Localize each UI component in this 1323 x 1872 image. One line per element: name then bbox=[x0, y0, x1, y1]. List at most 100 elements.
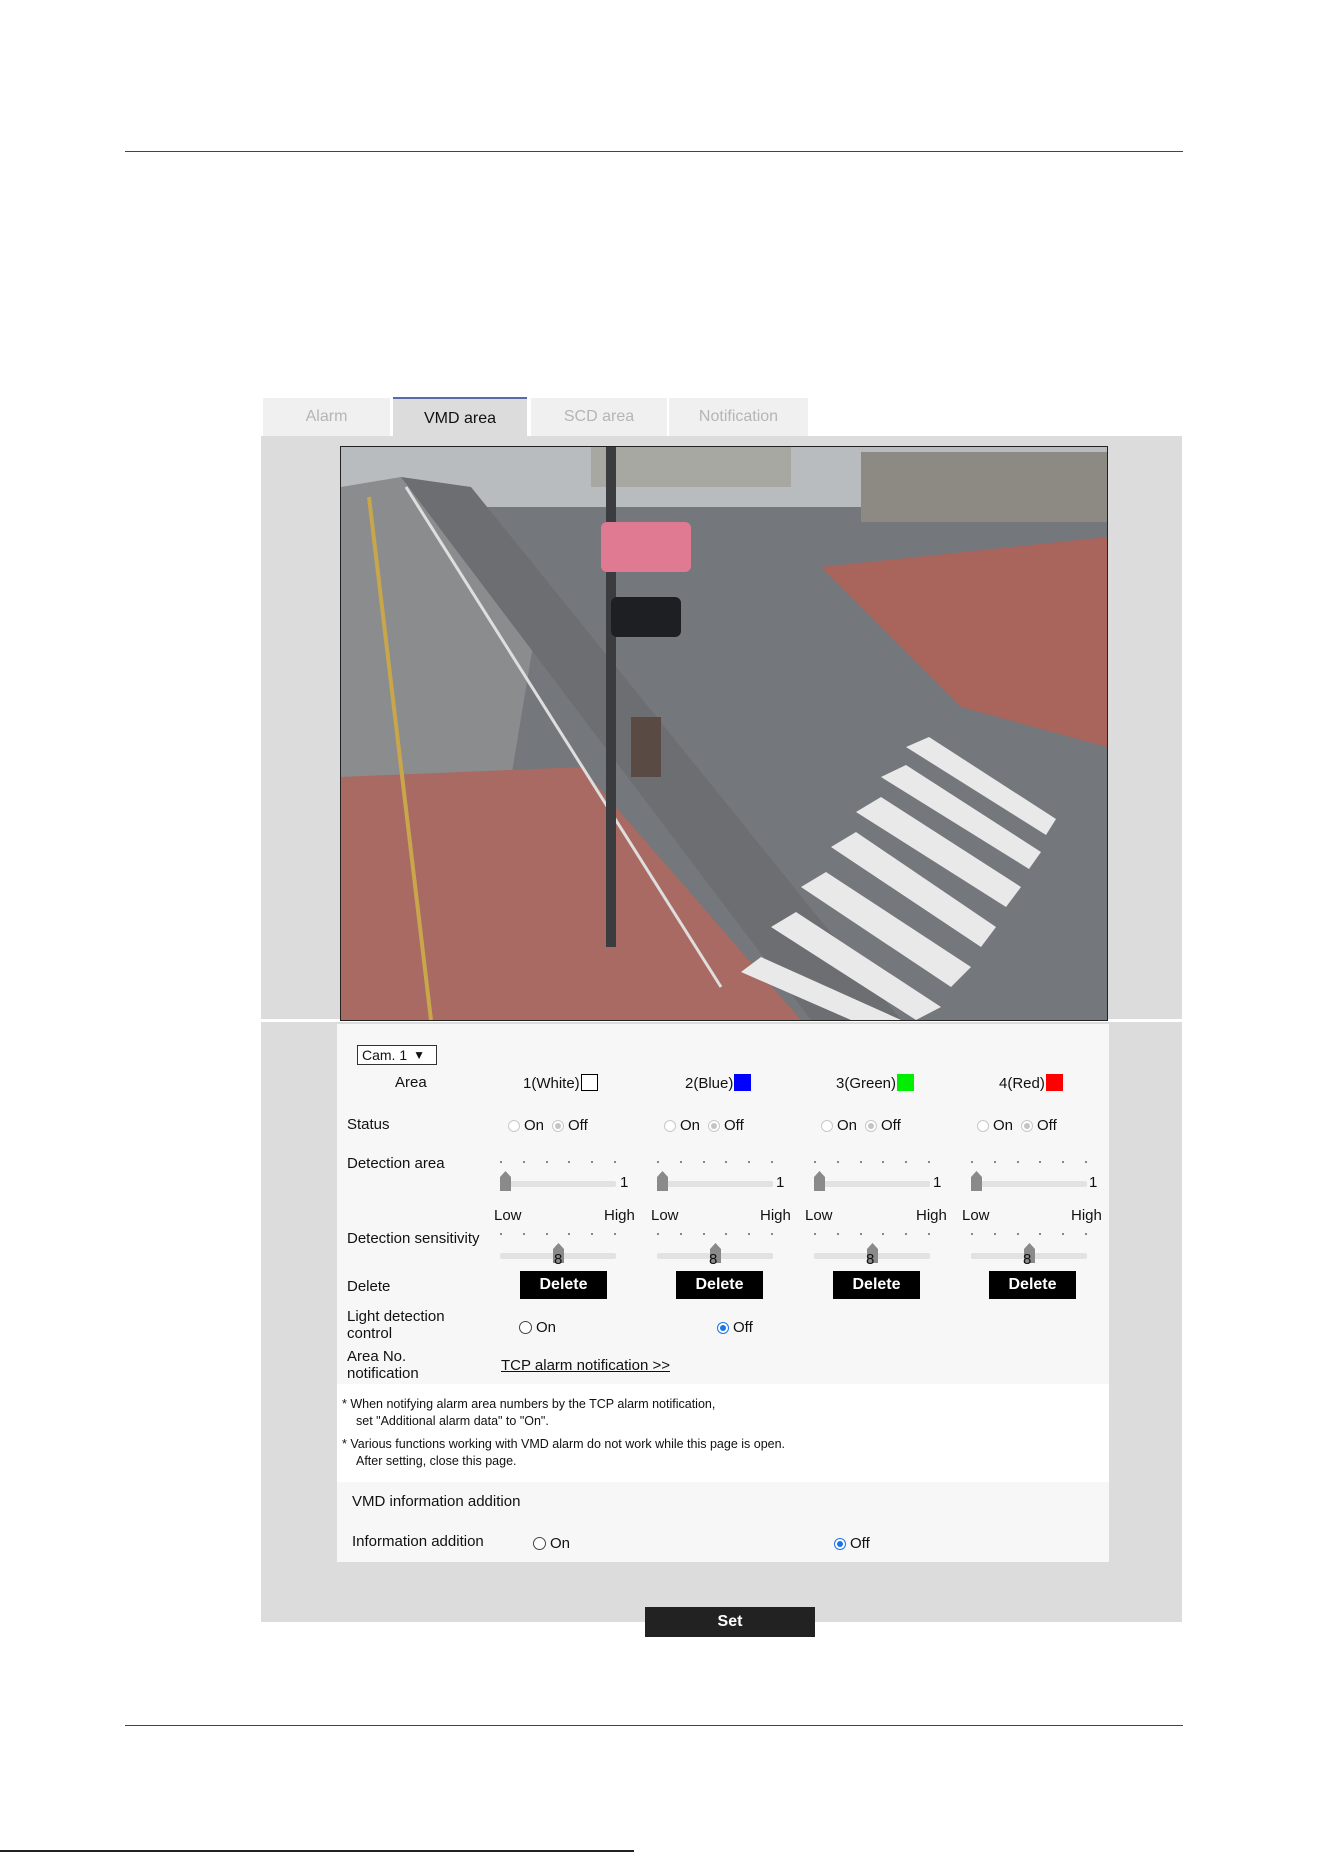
note-2-line-2: After setting, close this page. bbox=[356, 1454, 517, 1468]
vmd-info-title: VMD information addition bbox=[352, 1493, 521, 1510]
slider-track bbox=[500, 1181, 616, 1187]
light-detection-off-label: Off bbox=[733, 1319, 753, 1336]
light-detection-on-radio[interactable] bbox=[519, 1321, 532, 1334]
status-4-off-radio[interactable] bbox=[1021, 1119, 1034, 1132]
status-3-on-radio[interactable] bbox=[821, 1119, 833, 1132]
slider-thumb[interactable] bbox=[814, 1171, 825, 1191]
sens-low-1: Low bbox=[494, 1207, 522, 1224]
slider-track bbox=[657, 1181, 773, 1187]
area-4-text: 4(Red) bbox=[999, 1075, 1045, 1092]
status-3-off-radio[interactable] bbox=[865, 1119, 878, 1132]
note-2-line-1: * Various functions working with VMD ala… bbox=[342, 1437, 786, 1451]
light-detection-label-line1: Light detection bbox=[347, 1308, 445, 1325]
slider-ticks bbox=[500, 1233, 616, 1237]
information-addition-off-label: Off bbox=[850, 1535, 870, 1552]
slider-track bbox=[814, 1181, 930, 1187]
chevron-down-icon: ▼ bbox=[413, 1048, 426, 1062]
tab-alarm[interactable]: Alarm bbox=[263, 398, 390, 436]
light-detection-label-line2: control bbox=[347, 1325, 393, 1342]
area-4-swatch bbox=[1045, 1074, 1063, 1091]
set-button[interactable]: Set bbox=[645, 1607, 815, 1637]
tab-scd-area[interactable]: SCD area bbox=[531, 398, 667, 436]
tab-vmd-area[interactable]: VMD area bbox=[393, 397, 527, 438]
status-1-on-radio[interactable] bbox=[508, 1119, 520, 1132]
information-addition-on-label: On bbox=[550, 1535, 571, 1552]
light-detection-on[interactable]: On bbox=[519, 1319, 556, 1336]
detection-area-slider-2[interactable] bbox=[657, 1161, 773, 1191]
sensitivity-value-4: 8 bbox=[1023, 1251, 1032, 1268]
tcp-alarm-notification-link[interactable]: TCP alarm notification >> bbox=[501, 1357, 670, 1374]
slider-ticks bbox=[814, 1233, 930, 1237]
information-addition-on-radio[interactable] bbox=[533, 1537, 546, 1550]
area-3-label: 3(Green) bbox=[836, 1074, 915, 1092]
status-3-off-label: Off bbox=[881, 1117, 901, 1134]
area-3-text: 3(Green) bbox=[836, 1075, 897, 1092]
slider-ticks bbox=[657, 1161, 773, 1165]
status-4-off-label: Off bbox=[1037, 1117, 1057, 1134]
detection-area-value-2: 1 bbox=[776, 1174, 785, 1191]
tab-notification[interactable]: Notification bbox=[669, 398, 808, 436]
camera-select[interactable]: Cam. 1 ▼ bbox=[357, 1045, 437, 1065]
sens-high-3: High bbox=[916, 1207, 947, 1224]
area-1-label: 1(White) bbox=[523, 1074, 598, 1092]
slider-ticks bbox=[971, 1161, 1087, 1165]
area-2-text: 2(Blue) bbox=[685, 1075, 734, 1092]
top-rule bbox=[125, 151, 1183, 152]
note-1-line-1: * When notifying alarm area numbers by t… bbox=[342, 1397, 716, 1411]
light-detection-off-radio[interactable] bbox=[717, 1321, 729, 1334]
sens-low-3: Low bbox=[805, 1207, 833, 1224]
status-2-on-radio[interactable] bbox=[664, 1119, 676, 1132]
detection-sensitivity-label: Detection sensitivity bbox=[347, 1230, 480, 1247]
camera-scene bbox=[341, 447, 1107, 1020]
detection-area-label: Detection area bbox=[347, 1155, 445, 1172]
camera-view[interactable] bbox=[340, 446, 1108, 1021]
detection-area-slider-1[interactable] bbox=[500, 1161, 616, 1191]
slider-ticks bbox=[814, 1161, 930, 1165]
area-notification-label: Area No. notification bbox=[347, 1348, 419, 1382]
status-1-on-label: On bbox=[524, 1117, 545, 1134]
tcp-link-text[interactable]: TCP alarm notification >> bbox=[501, 1357, 670, 1374]
sens-low-4: Low bbox=[962, 1207, 990, 1224]
sens-high-2: High bbox=[760, 1207, 791, 1224]
information-addition-off[interactable]: Off bbox=[834, 1535, 870, 1552]
note-1-line-2: set "Additional alarm data" to "On". bbox=[356, 1414, 549, 1428]
detection-area-value-1: 1 bbox=[620, 1174, 629, 1191]
slider-thumb[interactable] bbox=[971, 1171, 982, 1191]
area-3-swatch bbox=[897, 1074, 915, 1091]
sens-high-4: High bbox=[1071, 1207, 1102, 1224]
area-2-label: 2(Blue) bbox=[685, 1074, 752, 1092]
light-detection-off[interactable]: Off bbox=[717, 1319, 753, 1336]
delete-area-1-button[interactable]: Delete bbox=[520, 1271, 607, 1299]
delete-area-3-button[interactable]: Delete bbox=[833, 1271, 920, 1299]
slider-ticks bbox=[500, 1161, 616, 1165]
delete-label: Delete bbox=[347, 1278, 391, 1295]
area-label: Area bbox=[395, 1074, 427, 1091]
slider-ticks bbox=[657, 1233, 773, 1237]
slider-thumb[interactable] bbox=[657, 1171, 668, 1191]
area-1-text: 1(White) bbox=[523, 1075, 580, 1092]
area-notification-label-line2: notification bbox=[347, 1365, 419, 1382]
status-2-off-label: Off bbox=[724, 1117, 744, 1134]
status-area-1[interactable]: On Off bbox=[508, 1117, 588, 1134]
footer-rule bbox=[0, 1850, 634, 1852]
detection-area-value-4: 1 bbox=[1089, 1174, 1098, 1191]
area-1-swatch bbox=[580, 1074, 598, 1091]
information-addition-label: Information addition bbox=[352, 1533, 484, 1550]
information-addition-on[interactable]: On bbox=[533, 1535, 570, 1552]
detection-area-slider-4[interactable] bbox=[971, 1161, 1087, 1191]
status-area-2[interactable]: On Off bbox=[664, 1117, 744, 1134]
status-4-on-radio[interactable] bbox=[977, 1119, 989, 1132]
delete-area-2-button[interactable]: Delete bbox=[676, 1271, 763, 1299]
area-notification-label-line1: Area No. bbox=[347, 1348, 407, 1365]
sensitivity-value-1: 8 bbox=[554, 1251, 563, 1268]
slider-thumb[interactable] bbox=[500, 1171, 511, 1191]
status-area-4[interactable]: On Off bbox=[977, 1117, 1057, 1134]
status-label: Status bbox=[347, 1116, 390, 1133]
light-detection-on-label: On bbox=[536, 1319, 557, 1336]
status-1-off-radio[interactable] bbox=[552, 1119, 565, 1132]
information-addition-off-radio[interactable] bbox=[834, 1537, 846, 1550]
detection-area-slider-3[interactable] bbox=[814, 1161, 930, 1191]
status-2-off-radio[interactable] bbox=[708, 1119, 721, 1132]
status-area-3[interactable]: On Off bbox=[821, 1117, 901, 1134]
delete-area-4-button[interactable]: Delete bbox=[989, 1271, 1076, 1299]
